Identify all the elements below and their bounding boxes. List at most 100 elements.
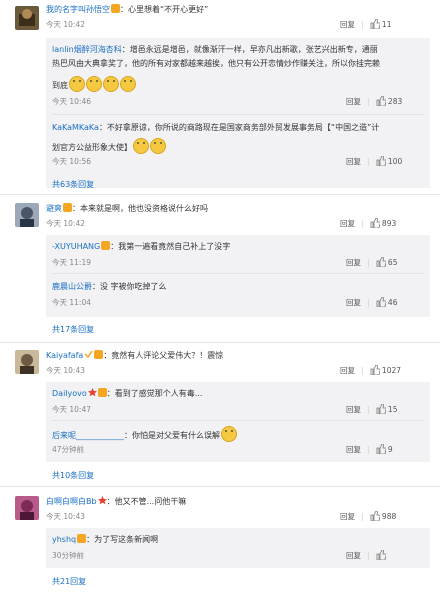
comment-time: 今天 10:43 bbox=[46, 512, 85, 521]
reply-text: ：不好拿原谅，你所说的商路现在是国家商务部外贸发展事务局【“中国之造”计 bbox=[98, 123, 380, 132]
like-count: 893 bbox=[381, 219, 397, 228]
avatar[interactable] bbox=[15, 203, 39, 227]
reply-button[interactable]: 回复 bbox=[346, 405, 361, 414]
reply-button[interactable]: 回复 bbox=[340, 219, 355, 228]
thumbs-up-icon[interactable] bbox=[376, 256, 387, 268]
thumbs-up-icon[interactable] bbox=[376, 549, 387, 561]
reply-button[interactable]: 回复 bbox=[346, 445, 361, 454]
thumbs-up-icon[interactable] bbox=[376, 443, 387, 455]
comment-actions: 回复 | 11 bbox=[340, 18, 392, 30]
reply-text: ：增邑永远是增邑，就像渐汗一样，早亦凡出新歌，张艺兴出新专，通丽 bbox=[121, 45, 378, 54]
comment-text: ：他又不管...问他干嘛 bbox=[106, 497, 187, 506]
reply-author[interactable]: yhshq bbox=[52, 535, 76, 544]
emoji-icon bbox=[86, 76, 102, 92]
reply-author[interactable]: 鹿晨山公爵 bbox=[52, 282, 92, 291]
emoji-icon bbox=[120, 76, 136, 92]
reply-time: 47分钟前 bbox=[52, 445, 85, 454]
emoji-icon bbox=[150, 138, 166, 154]
reply-time: 今天 10:56 bbox=[52, 157, 91, 166]
more-replies-link[interactable]: 共10条回复 bbox=[52, 470, 94, 481]
reply-item: -XUYUHANG ：我第一遍看竟然自己补上了没字 bbox=[52, 241, 230, 253]
thumbs-up-icon[interactable] bbox=[370, 510, 381, 522]
thumbs-up-icon[interactable] bbox=[370, 18, 381, 30]
reply-text: ：你怕是对父爱有什么误解 bbox=[124, 431, 220, 440]
vip-badge-icon bbox=[77, 534, 87, 543]
reply-list: Dailyovo ：看到了感觉那个人有毒... 今天 10:47 回复 | 15 后… bbox=[46, 382, 430, 462]
comment-author[interactable]: 白啊白啊白Bb bbox=[46, 497, 97, 506]
reply-item: KaKaMKaKa：不好拿原谅，你所说的商路现在是国家商务部外贸发展事务局【“中… bbox=[52, 122, 379, 134]
vip-badge-icon bbox=[101, 241, 111, 250]
reply-author[interactable]: KaKaMKaKa bbox=[52, 123, 99, 132]
like-count: 9 bbox=[387, 445, 393, 454]
like-count: 46 bbox=[387, 298, 398, 307]
divider bbox=[0, 194, 440, 195]
like-count: 283 bbox=[387, 97, 403, 106]
reply-item: Dailyovo ：看到了感觉那个人有毒... bbox=[52, 388, 202, 400]
reply-time: 今天 11:04 bbox=[52, 298, 91, 307]
comment-author[interactable]: 我的名字叫孙悟空 bbox=[46, 5, 110, 14]
verified-badge-icon bbox=[84, 350, 93, 359]
reply-text-line: 热巴风由大典拿奖了，他的所有对家都越来越挨，他只有公开恋情炒作赚关注，所以你挂完… bbox=[52, 59, 380, 68]
reply-text: ：我第一遍看竟然自己补上了没字 bbox=[110, 242, 231, 251]
thumbs-up-icon[interactable] bbox=[376, 155, 387, 167]
reply-button[interactable]: 回复 bbox=[340, 366, 355, 375]
vip-badge-icon bbox=[63, 203, 72, 212]
reply-item: 鹿晨山公爵：没 字被你吃掉了么 bbox=[52, 281, 167, 293]
star-badge-icon bbox=[97, 496, 107, 505]
thumbs-up-icon[interactable] bbox=[376, 95, 387, 107]
reply-author[interactable]: lanlin烟醉河海杏科 bbox=[52, 45, 122, 54]
vip-badge-icon bbox=[97, 388, 107, 397]
reply-text: ：为了写这条新闻啊 bbox=[86, 535, 159, 544]
comment-time: 今天 10:42 bbox=[46, 219, 85, 228]
thumbs-up-icon[interactable] bbox=[370, 217, 381, 229]
reply-list: lanlin烟醉河海杏科：增邑永远是增邑，就像渐汗一样，早亦凡出新歌，张艺兴出新… bbox=[46, 38, 430, 188]
comment-time: 今天 10:43 bbox=[46, 366, 85, 375]
like-count: 1027 bbox=[381, 366, 402, 375]
reply-list: -XUYUHANG ：我第一遍看竟然自己补上了没字 今天 11:19 回复 | 65… bbox=[46, 235, 430, 317]
reply-text-line: 划官方公益形象大使】 bbox=[52, 143, 132, 152]
like-count: 15 bbox=[387, 405, 398, 414]
like-count: 100 bbox=[387, 157, 403, 166]
reply-author[interactable]: 后来呢____________ bbox=[52, 431, 124, 440]
thumbs-up-icon[interactable] bbox=[370, 364, 381, 376]
like-count: 988 bbox=[381, 512, 397, 521]
comment-text: ：竟然有人评论父爱伟大？！震惊 bbox=[103, 351, 224, 360]
comment-author[interactable]: Kaiyafafa bbox=[46, 351, 83, 360]
reply-button[interactable]: 回复 bbox=[346, 298, 361, 307]
more-replies-link[interactable]: 共21回复 bbox=[52, 576, 86, 587]
divider bbox=[0, 486, 440, 487]
reply-button[interactable]: 回复 bbox=[346, 157, 361, 166]
reply-button[interactable]: 回复 bbox=[340, 512, 355, 521]
comment-text: ：心里想着“不开心更好” bbox=[120, 5, 209, 14]
thumbs-up-icon[interactable] bbox=[376, 296, 387, 308]
reply-button[interactable]: 回复 bbox=[340, 20, 355, 29]
reply-author[interactable]: Dailyovo bbox=[52, 389, 87, 398]
reply-button[interactable]: 回复 bbox=[346, 97, 361, 106]
reply-author[interactable]: -XUYUHANG bbox=[52, 242, 100, 251]
reply-button[interactable]: 回复 bbox=[346, 258, 361, 267]
vip-badge-icon bbox=[111, 4, 120, 13]
thumbs-up-icon[interactable] bbox=[376, 403, 387, 415]
like-count: 11 bbox=[381, 20, 392, 29]
reply-text: ：没 字被你吃掉了么 bbox=[92, 282, 167, 291]
reply-list: yhshq ：为了写这条新闻啊 30分钟前 回复 | bbox=[46, 528, 430, 568]
more-replies-link[interactable]: 共63条回复 bbox=[52, 179, 94, 190]
comment-author[interactable]: 避爽 bbox=[46, 204, 62, 213]
reply-button[interactable]: 回复 bbox=[346, 551, 361, 560]
reply-time: 今天 10:47 bbox=[52, 405, 91, 414]
avatar[interactable] bbox=[15, 350, 39, 374]
comment-time: 今天 10:42 bbox=[46, 20, 85, 29]
vip-badge-icon bbox=[94, 350, 104, 359]
comment-feed: 我的名字叫孙悟空 ：心里想着“不开心更好” 今天 10:42 回复 | 11 lan… bbox=[0, 0, 440, 600]
divider bbox=[52, 114, 424, 115]
reply-item: lanlin烟醉河海杏科：增邑永远是增邑，就像渐汗一样，早亦凡出新歌，张艺兴出新… bbox=[52, 44, 378, 56]
star-badge-icon bbox=[87, 388, 97, 397]
emoji-icon bbox=[103, 76, 119, 92]
reply-time: 今天 11:19 bbox=[52, 258, 91, 267]
reply-text: ：看到了感觉那个人有毒... bbox=[106, 389, 203, 398]
comment-text: ：本来就是啊，他也没资格说什么好吗 bbox=[72, 204, 208, 213]
emoji-icon bbox=[221, 426, 237, 442]
avatar[interactable] bbox=[15, 496, 39, 520]
more-replies-link[interactable]: 共17条回复 bbox=[52, 324, 94, 335]
avatar[interactable] bbox=[15, 6, 39, 30]
